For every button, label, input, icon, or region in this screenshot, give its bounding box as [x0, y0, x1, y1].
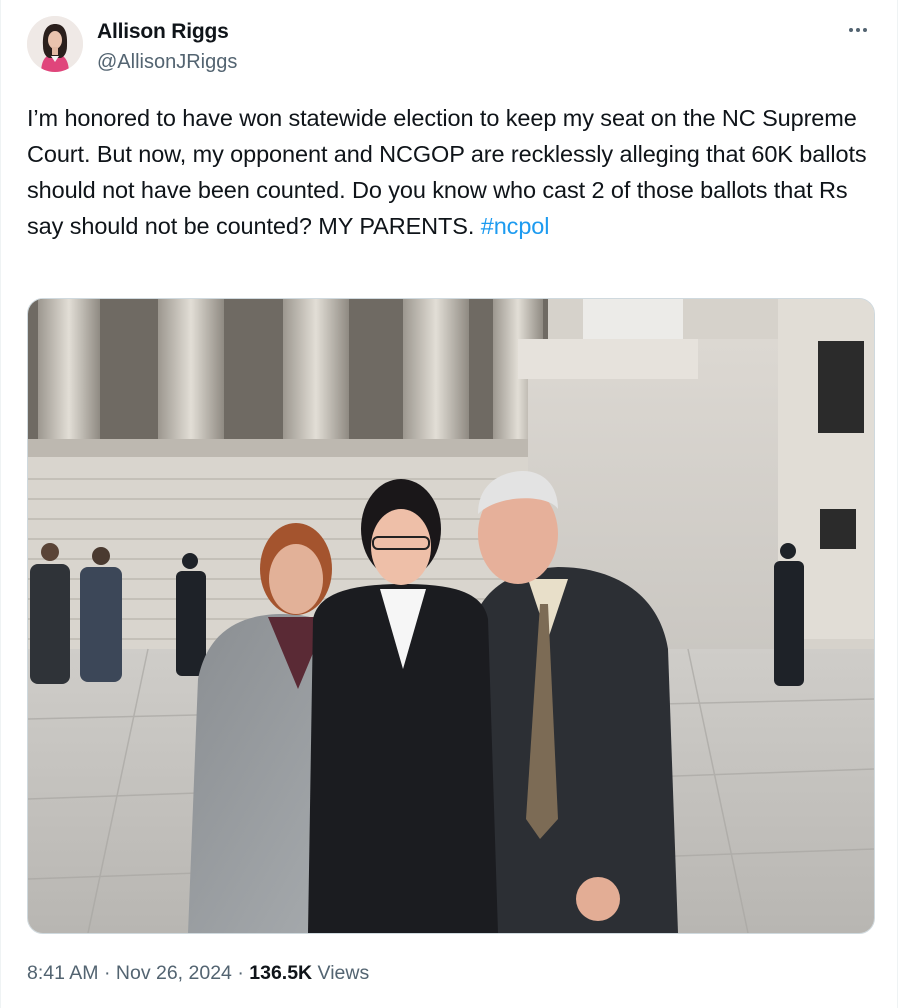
- meta-separator: ·: [231, 962, 250, 984]
- hashtag-link[interactable]: #ncpol: [481, 213, 550, 239]
- meta-separator: ·: [98, 962, 116, 984]
- author-handle[interactable]: @AllisonJRiggs: [97, 51, 237, 74]
- views-label: Views: [312, 962, 370, 984]
- tweet-body: I’m honored to have won statewide electi…: [27, 105, 867, 239]
- more-horizontal-icon: [849, 28, 867, 32]
- views-count: 136.5K: [249, 962, 313, 984]
- tweet-meta: 8:41 AM · Nov 26, 2024 · 136.5K Views: [27, 962, 369, 985]
- tweet-time[interactable]: 8:41 AM: [27, 962, 99, 984]
- tweet-photo[interactable]: [27, 298, 875, 934]
- author-name[interactable]: Allison Riggs: [97, 20, 229, 44]
- avatar[interactable]: [27, 16, 83, 72]
- tweet-date[interactable]: Nov 26, 2024: [116, 962, 232, 984]
- tweet-card: Allison Riggs @AllisonJRiggs I’m honored…: [0, 0, 898, 1008]
- photo-parents-at-court: [28, 299, 874, 933]
- tweet-text: I’m honored to have won statewide electi…: [27, 100, 873, 244]
- avatar-photo: [27, 16, 83, 72]
- more-options-button[interactable]: [843, 18, 873, 42]
